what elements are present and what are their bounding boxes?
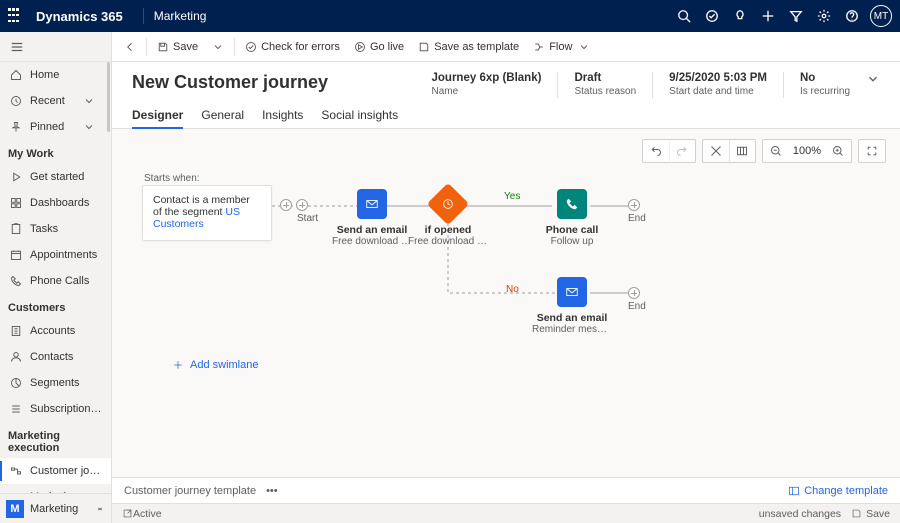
search-icon[interactable]	[670, 0, 698, 32]
product-name: Dynamics 365	[36, 9, 123, 24]
add-icon[interactable]	[754, 0, 782, 32]
sidebar-item-accounts[interactable]: Accounts	[0, 318, 111, 344]
hamburger-button[interactable]	[0, 32, 111, 62]
add-swimlane-button[interactable]: Add swimlane	[172, 359, 258, 371]
navigation-sidebar: Home Recent Pinned My Work Get started D…	[0, 32, 112, 523]
end-label: End	[628, 213, 646, 224]
node-phone-call[interactable]: Phone callFollow up	[532, 189, 612, 247]
designer-canvas-wrap: 100% Starts when: Contact is a member of…	[112, 129, 900, 477]
meta-name-value: Journey 6xp (Blank)	[432, 72, 542, 84]
record-header: New Customer journey Journey 6xp (Blank)…	[112, 62, 900, 98]
node-if-opened[interactable]: if openedFree download of...	[408, 189, 488, 247]
add-tile-button[interactable]	[296, 199, 308, 211]
designer-footer: Customer journey template ••• Change tem…	[112, 477, 900, 503]
tab-designer[interactable]: Designer	[132, 108, 183, 128]
save-dropdown[interactable]	[206, 35, 230, 59]
meta-status-value: Draft	[574, 72, 636, 84]
sidebar-item-segments[interactable]: Segments	[0, 370, 111, 396]
sidebar-item-contacts[interactable]: Contacts	[0, 344, 111, 370]
meta-start-value: 9/25/2020 5:03 PM	[669, 72, 767, 84]
flow-button[interactable]: Flow	[527, 35, 596, 59]
add-tile-button[interactable]	[280, 199, 292, 211]
command-bar: Save Check for errors Go live Save as te…	[112, 32, 900, 62]
area-switcher[interactable]: M Marketing	[0, 493, 111, 523]
status-bar: Active unsaved changes Save	[112, 503, 900, 523]
start-condition-card[interactable]: Contact is a member of the segment US Cu…	[142, 185, 272, 241]
tab-insights[interactable]: Insights	[262, 108, 303, 128]
journey-canvas[interactable]: Starts when: Contact is a member of the …	[112, 129, 900, 477]
expand-header-button[interactable]	[866, 72, 880, 89]
sidebar-item-phonecalls[interactable]: Phone Calls	[0, 268, 111, 294]
go-live-button[interactable]: Go live	[348, 35, 410, 59]
form-tabs: Designer General Insights Social insight…	[112, 98, 900, 129]
meta-recurring-value: No	[800, 72, 850, 84]
end-label-2: End	[628, 301, 646, 312]
page-title: New Customer journey	[132, 72, 432, 93]
record-status: Active	[133, 508, 162, 520]
sidebar-header-customers: Customers	[0, 294, 111, 318]
lightbulb-icon[interactable]	[726, 0, 754, 32]
sidebar-item-recent[interactable]: Recent	[0, 88, 111, 114]
yes-label: Yes	[504, 191, 520, 202]
sidebar-item-marketingemails[interactable]: Marketing emails	[0, 484, 111, 493]
global-app-bar: Dynamics 365 Marketing MT	[0, 0, 900, 32]
node-send-email[interactable]: Send an emailFree download of...	[332, 189, 412, 247]
save-button[interactable]: Save	[151, 35, 204, 59]
task-icon[interactable]	[698, 0, 726, 32]
sidebar-item-appointments[interactable]: Appointments	[0, 242, 111, 268]
check-errors-button[interactable]: Check for errors	[239, 35, 346, 59]
sidebar-item-dashboards[interactable]: Dashboards	[0, 190, 111, 216]
template-more-button[interactable]: •••	[266, 485, 278, 497]
help-icon[interactable]	[838, 0, 866, 32]
tab-socialinsights[interactable]: Social insights	[321, 108, 398, 128]
module-name: Marketing	[154, 9, 207, 23]
status-save-button[interactable]: Save	[851, 508, 890, 520]
unsaved-label: unsaved changes	[759, 508, 841, 520]
popout-button[interactable]	[122, 508, 133, 519]
settings-icon[interactable]	[810, 0, 838, 32]
back-button[interactable]	[118, 35, 142, 59]
sidebar-item-subscriptionlists[interactable]: Subscription lists	[0, 396, 111, 422]
sidebar-item-customerjourneys[interactable]: Customer journeys	[0, 458, 111, 484]
save-template-button[interactable]: Save as template	[412, 35, 525, 59]
no-label: No	[506, 284, 519, 295]
template-name: Customer journey template	[124, 485, 256, 497]
add-tile-button[interactable]	[628, 287, 640, 299]
sidebar-item-tasks[interactable]: Tasks	[0, 216, 111, 242]
starts-when-label: Starts when:	[144, 173, 200, 184]
filter-icon[interactable]	[782, 0, 810, 32]
tab-general[interactable]: General	[201, 108, 244, 128]
sidebar-item-home[interactable]: Home	[0, 62, 111, 88]
add-tile-button[interactable]	[628, 199, 640, 211]
node-send-email-2[interactable]: Send an emailReminder message	[532, 277, 612, 335]
change-template-button[interactable]: Change template	[788, 485, 888, 497]
main-area: Save Check for errors Go live Save as te…	[112, 32, 900, 523]
start-label: Start	[297, 213, 318, 224]
sidebar-item-pinned[interactable]: Pinned	[0, 114, 111, 140]
sidebar-item-getstarted[interactable]: Get started	[0, 164, 111, 190]
user-avatar[interactable]: MT	[870, 5, 892, 27]
sidebar-header-mywork: My Work	[0, 140, 111, 164]
app-launcher-icon[interactable]	[8, 8, 24, 24]
sidebar-header-marketingexec: Marketing execution	[0, 422, 111, 458]
